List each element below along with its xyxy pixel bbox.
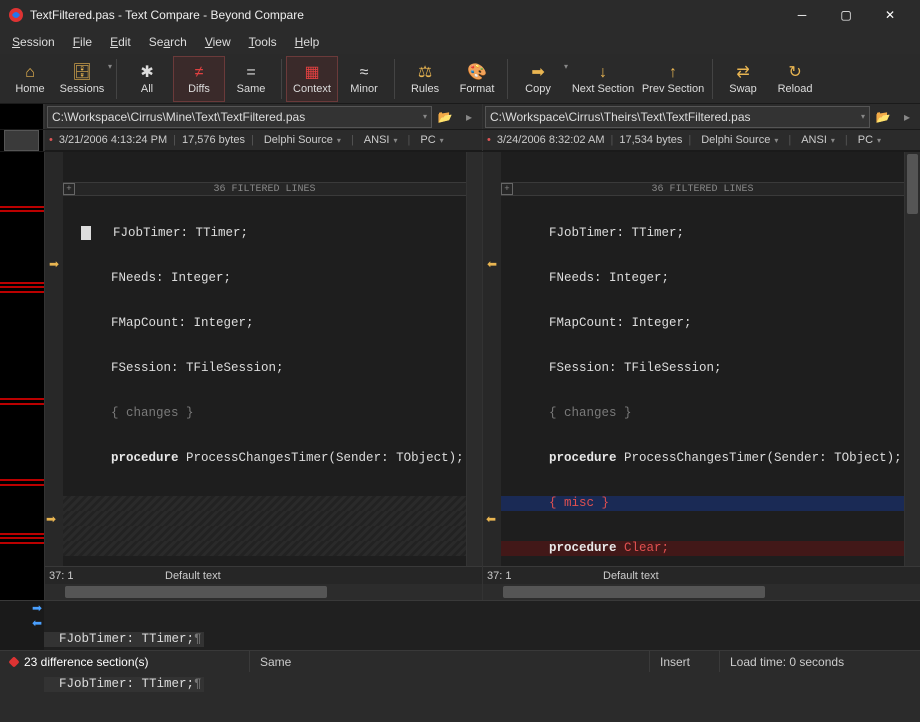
app-logo-icon bbox=[8, 7, 24, 23]
status-load-time: Load time: 0 seconds bbox=[720, 651, 920, 672]
diff-indicator-icon bbox=[8, 656, 19, 667]
status-same: Same bbox=[250, 651, 650, 672]
left-path-input[interactable]: C:\Workspace\Cirrus\Mine\Text\TextFilter… bbox=[47, 106, 432, 128]
right-cursor-pos: 37: 1 bbox=[483, 570, 543, 582]
left-hscroll[interactable] bbox=[45, 584, 482, 600]
menu-tools[interactable]: Tools bbox=[241, 33, 285, 51]
left-open-button[interactable]: 📂 bbox=[434, 106, 456, 128]
left-enc-dropdown[interactable]: ANSI▾ bbox=[360, 134, 402, 146]
right-lang-dropdown[interactable]: Delphi Source▾ bbox=[697, 134, 782, 146]
format-button[interactable]: 🎨Format bbox=[451, 56, 503, 102]
status-insert-mode: Insert bbox=[650, 651, 720, 672]
close-button[interactable]: ✕ bbox=[868, 0, 912, 30]
fold-toggle[interactable]: + bbox=[501, 183, 513, 195]
left-eol-dropdown[interactable]: PC▾ bbox=[416, 134, 447, 146]
reload-button[interactable]: ↻Reload bbox=[769, 56, 821, 102]
toolbar: ⌂Home 🗄Sessions ▾ ✱All ≠Diffs =Same ▦Con… bbox=[0, 54, 920, 104]
menu-search[interactable]: Search bbox=[141, 33, 195, 51]
prev-section-button[interactable]: ↑Prev Section bbox=[638, 56, 708, 102]
fold-toggle[interactable]: + bbox=[63, 183, 75, 195]
home-button[interactable]: ⌂Home bbox=[4, 56, 56, 102]
statusbar: 23 difference section(s) Same Insert Loa… bbox=[0, 650, 920, 672]
merge-arrow-icon[interactable]: ➡ bbox=[46, 512, 56, 526]
menubar: Session File Edit Search View Tools Help bbox=[0, 30, 920, 54]
left-code-pane[interactable]: +36 FILTERED LINES FJobTimer: TTimer; FN… bbox=[63, 152, 466, 566]
right-vscroll[interactable] bbox=[904, 152, 920, 566]
minor-button[interactable]: ≈Minor bbox=[338, 56, 390, 102]
menu-edit[interactable]: Edit bbox=[102, 33, 139, 51]
merge-arrow-icon[interactable]: ⬅ bbox=[486, 512, 496, 526]
menu-session[interactable]: Session bbox=[4, 33, 63, 51]
right-date: 3/24/2006 8:32:02 AM bbox=[497, 134, 605, 146]
left-cursor-pos: 37: 1 bbox=[45, 570, 105, 582]
right-code-pane[interactable]: +36 FILTERED LINES FJobTimer: TTimer; FN… bbox=[501, 152, 904, 566]
thumbnail-strip[interactable] bbox=[0, 152, 44, 600]
right-enc-dropdown[interactable]: ANSI▾ bbox=[797, 134, 839, 146]
same-button[interactable]: =Same bbox=[225, 56, 277, 102]
left-status-text: Default text bbox=[105, 570, 482, 582]
swap-button[interactable]: ⇄Swap bbox=[717, 56, 769, 102]
maximize-button[interactable]: ▢ bbox=[824, 0, 868, 30]
menu-view[interactable]: View bbox=[197, 33, 239, 51]
diff-count: 23 difference section(s) bbox=[24, 655, 149, 669]
merge-detail-pane[interactable]: ➡ ⬅ FJobTimer: TTimer;¶ FJobTimer: TTime… bbox=[0, 600, 920, 650]
right-path-input[interactable]: C:\Workspace\Cirrus\Theirs\Text\TextFilt… bbox=[485, 106, 870, 128]
rules-button[interactable]: ⚖Rules bbox=[399, 56, 451, 102]
context-button[interactable]: ▦Context bbox=[286, 56, 338, 102]
left-browse-button[interactable]: ▸ bbox=[458, 106, 480, 128]
next-section-button[interactable]: ↓Next Section bbox=[568, 56, 638, 102]
sessions-button[interactable]: 🗄Sessions bbox=[56, 56, 108, 102]
right-bytes: 17,534 bytes bbox=[619, 134, 682, 146]
right-hscroll[interactable] bbox=[483, 584, 920, 600]
left-date: 3/21/2006 4:13:24 PM bbox=[59, 134, 167, 146]
left-vscroll[interactable] bbox=[466, 152, 482, 566]
menu-help[interactable]: Help bbox=[287, 33, 328, 51]
left-bytes: 17,576 bytes bbox=[182, 134, 245, 146]
right-status-text: Default text bbox=[543, 570, 920, 582]
menu-file[interactable]: File bbox=[65, 33, 100, 51]
right-browse-button[interactable]: ▸ bbox=[896, 106, 918, 128]
window-title: TextFiltered.pas - Text Compare - Beyond… bbox=[30, 8, 780, 22]
copy-button[interactable]: ➡Copy bbox=[512, 56, 564, 102]
diffs-button[interactable]: ≠Diffs bbox=[173, 56, 225, 102]
minimize-button[interactable]: ─ bbox=[780, 0, 824, 30]
right-eol-dropdown[interactable]: PC▾ bbox=[854, 134, 885, 146]
left-lang-dropdown[interactable]: Delphi Source▾ bbox=[260, 134, 345, 146]
right-open-button[interactable]: 📂 bbox=[872, 106, 894, 128]
all-button[interactable]: ✱All bbox=[121, 56, 173, 102]
